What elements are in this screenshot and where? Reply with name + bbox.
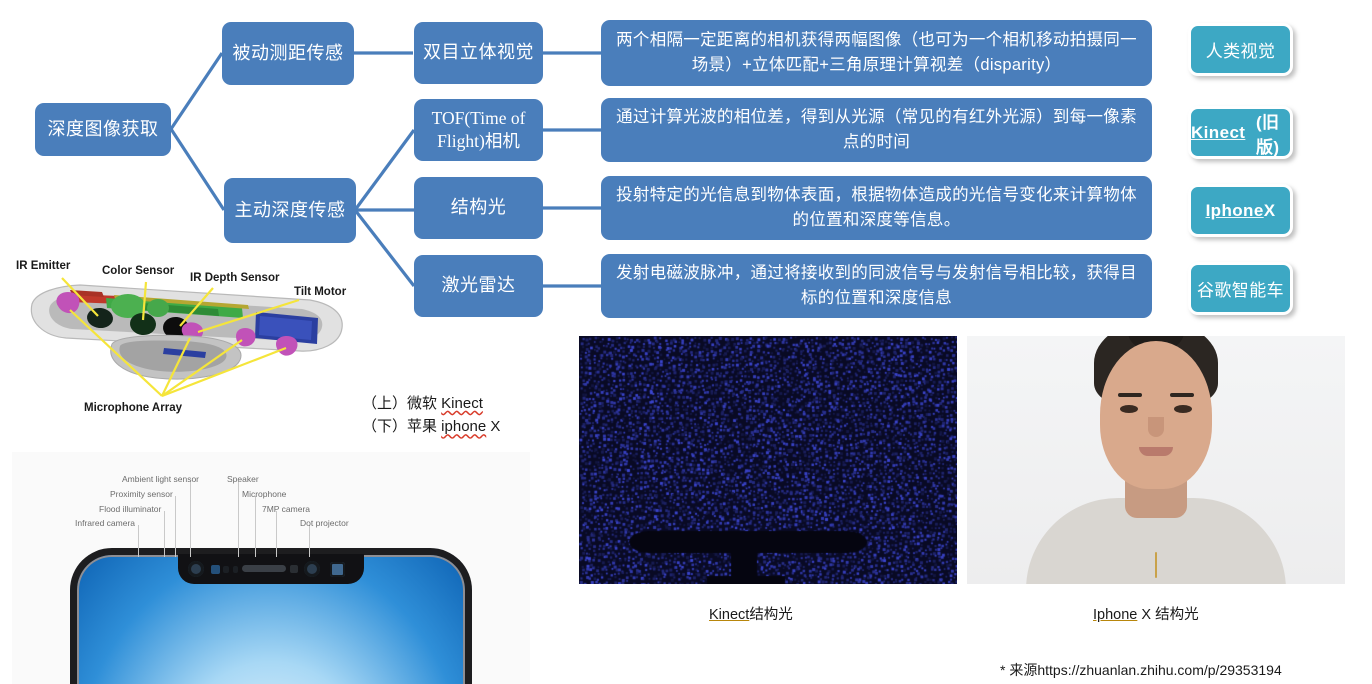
caption-kinect-structured-light: Kinect结构光 [709,603,793,624]
portrait-eye-right [1174,405,1192,413]
portrait-nose [1148,417,1164,437]
description-tof-text: 通过计算光波的相位差，得到从光源（常见的有红外光源）到每一像素点的时间 [616,108,1137,151]
result-iphone-x[interactable]: Iphone X [1188,184,1293,237]
description-stereo[interactable]: 两个相隔一定距离的相机获得两幅图像（也可为一个相机移动拍摄同一场景）+立体匹配+… [601,20,1152,86]
result-google-car-label: 谷歌智能车 [1197,281,1284,300]
description-structured-light[interactable]: 投射特定的光信息到物体表面，根据物体造成的光信号变化来计算物体的位置和深度等信息… [601,176,1152,240]
iphone-frame [70,548,472,684]
description-stereo-text: 两个相隔一定距离的相机获得两幅图像（也可为一个相机移动拍摄同一场景）+立体匹配+… [616,31,1137,74]
kinect-label-ir-depth-sensor: IR Depth Sensor [190,272,280,284]
kinect-label-tilt-motor: Tilt Motor [294,286,347,298]
portrait-face [1100,341,1212,489]
portrait-mouth [1139,447,1173,456]
result-kinect-suffix: (旧版) [1255,112,1280,157]
node-method-structured-light-label: 结构光 [450,197,507,218]
iphone-label-microphone: Microphone [242,489,287,499]
node-method-tof-label: TOF(Time of Flight)相机 [431,107,526,151]
result-google-car[interactable]: 谷歌智能车 [1188,262,1293,315]
node-method-stereo-label: 双目立体视觉 [423,42,534,63]
description-structured-light-text: 投射特定的光信息到物体表面，根据物体造成的光信号变化来计算物体的位置和深度等信息… [616,186,1137,229]
node-method-tof[interactable]: TOF(Time of Flight)相机 [414,99,543,161]
portrait-necklace [1155,552,1157,578]
description-lidar[interactable]: 发射电磁波脉冲，通过将接收到的同波信号与发射信号相比较，获得目标的位置和深度信息 [601,254,1152,318]
caption-iphone-rest: X 结构光 [1137,607,1199,623]
portrait-brow-right [1170,393,1194,397]
device-note-line-2-suffix: X [486,418,501,436]
lead-dot-projector [309,525,310,557]
node-branch-active[interactable]: 主动深度传感 [224,178,356,243]
kinect-structured-light-photo [579,336,957,584]
node-root[interactable]: 深度图像获取 [35,103,171,156]
microphone-element [290,565,298,573]
iphone-label-dot-projector: Dot projector [300,518,349,528]
caption-kinect-name: Kinect [709,607,750,623]
lead-ambient-light-sensor [190,481,191,557]
iphone-hardware-diagram: Infrared camera Flood illuminator Proxim… [12,452,530,684]
device-note-line-2: （下）苹果 iphone X [362,415,500,438]
result-kinect-label: Kinect [1191,122,1246,142]
result-iphone-label: Iphone [1205,200,1264,220]
node-branch-passive[interactable]: 被动测距传感 [222,22,354,85]
slide-canvas: 深度图像获取 被动测距传感 主动深度传感 双目立体视觉 TOF(Time of … [0,0,1372,684]
node-method-structured-light[interactable]: 结构光 [414,177,543,239]
iphone-label-7mp-camera: 7MP camera [262,504,311,514]
source-note: * 来源https://zhuanlan.zhihu.com/p/2935319… [1000,662,1282,678]
lead-infrared-camera [138,525,139,557]
dot-projector-element [330,562,345,577]
node-method-lidar-label: 激光雷达 [441,275,516,296]
result-human-vision[interactable]: 人类视觉 [1188,23,1293,76]
iphone-label-proximity-sensor: Proximity sensor [110,489,173,499]
description-lidar-text: 发射电磁波脉冲，通过将接收到的同波信号与发射信号相比较，获得目标的位置和深度信息 [616,264,1137,307]
lead-proximity-sensor [175,496,176,557]
iphone-label-infrared-camera: Infrared camera [75,518,135,528]
device-note-line-1-prefix: （上）微软 [362,395,442,412]
caption-iphone-name: Iphone [1093,607,1138,623]
result-iphone-suffix: X [1263,200,1276,220]
device-note-line-1-name: Kinect [441,395,483,412]
lead-7mp-camera [276,511,277,557]
caption-kinect-rest: 结构光 [749,607,793,623]
node-root-label: 深度图像获取 [47,118,159,139]
node-method-stereo[interactable]: 双目立体视觉 [414,22,543,84]
flood-illuminator-element [211,565,220,574]
lead-flood-illuminator [164,511,165,557]
kinect-label-color-sensor: Color Sensor [102,265,175,277]
device-note-line-2-prefix: （下）苹果 [362,418,442,436]
proximity-sensor-element [223,566,229,573]
node-method-lidar[interactable]: 激光雷达 [414,255,543,317]
portrait-eye-left [1120,405,1138,413]
lead-speaker [238,481,239,557]
result-kinect[interactable]: Kinect (旧版) [1188,106,1293,159]
front-camera-element [304,561,320,577]
iphone-label-flood-illuminator: Flood illuminator [99,504,162,514]
device-note: （上）微软 Kinect （下）苹果 iphone X [362,392,500,439]
speaker-element [242,565,286,572]
iphone-notch [178,554,364,584]
iphone-label-ambient-light-sensor: Ambient light sensor [122,474,200,484]
description-tof[interactable]: 通过计算光波的相位差，得到从光源（常见的有红外光源）到每一像素点的时间 [601,98,1152,162]
ambient-light-sensor-element [233,566,238,573]
portrait-brow-left [1118,393,1142,397]
node-branch-passive-label: 被动测距传感 [232,42,344,63]
iphone-label-speaker: Speaker [227,474,259,484]
device-note-line-1: （上）微软 Kinect [362,392,500,415]
iphone-structured-light-photo [967,336,1345,584]
kinect-label-ir-emitter: IR Emitter [16,260,71,272]
infrared-camera-element [188,561,204,577]
lead-microphone [255,496,256,557]
kinect-hardware-diagram: IR Emitter Color Sensor IR Depth Sensor … [10,252,370,432]
result-human-vision-label: 人类视觉 [1205,42,1276,61]
caption-iphone-structured-light: Iphone X 结构光 [1093,603,1199,624]
device-note-line-2-name: iphone [441,418,487,436]
ir-dot-pattern [579,336,957,584]
kinect-label-microphone-array: Microphone Array [84,402,182,414]
node-branch-active-label: 主动深度传感 [234,199,346,220]
